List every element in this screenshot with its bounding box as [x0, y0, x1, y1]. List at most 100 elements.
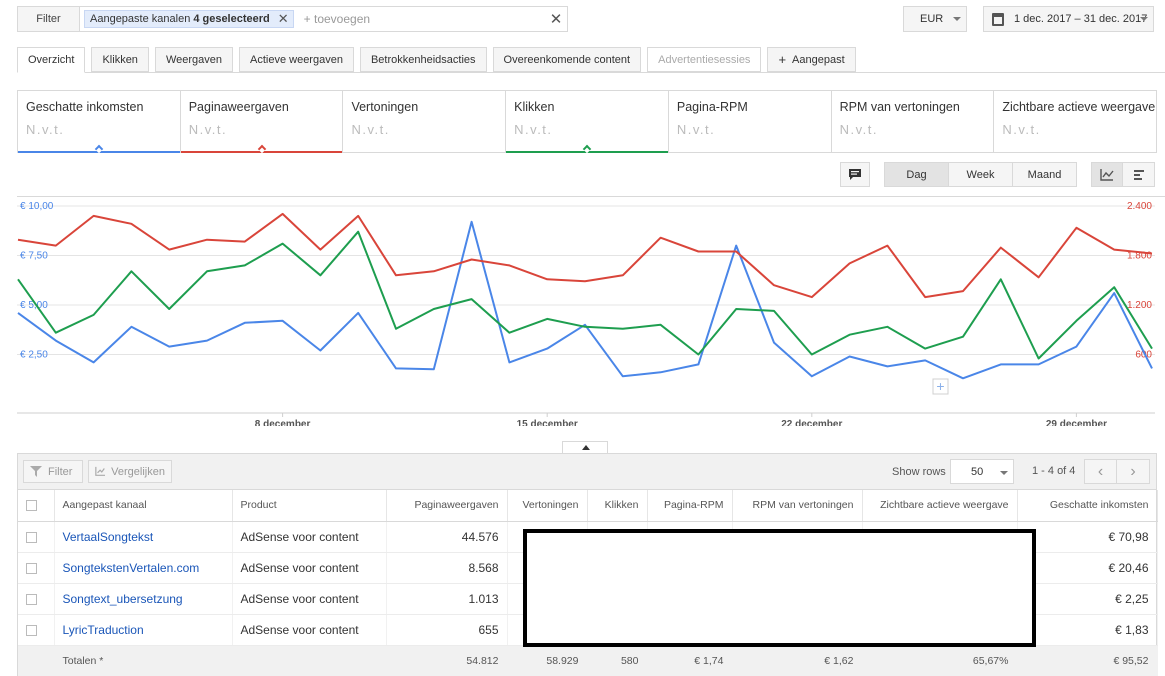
total-impressions: 58.929: [507, 645, 588, 676]
tab-klikken[interactable]: Klikken: [91, 47, 149, 72]
table-header-row: Aangepast kanaal Product Paginaweergaven…: [18, 490, 1158, 522]
product-cell: AdSense voor content: [232, 521, 387, 553]
table-filter-label: Filter: [48, 465, 73, 478]
granularity-month-button[interactable]: Maand: [1013, 163, 1076, 186]
metric-scorecards: Geschatte inkomsten N.v.t. Paginaweergav…: [17, 90, 1157, 154]
chevron-down-icon: [953, 17, 961, 21]
row-checkbox[interactable]: [26, 562, 37, 574]
metric-name: Paginaweergaven: [188, 100, 289, 114]
channel-link[interactable]: LyricTraduction: [63, 623, 144, 637]
left-axis-tick-label: € 7,50: [20, 251, 48, 262]
tab-actieve-weergaven[interactable]: Actieve weergaven: [239, 47, 354, 72]
tab-aangepast[interactable]: + Aangepast: [767, 47, 856, 72]
tab-weergaven[interactable]: Weergaven: [154, 47, 233, 72]
tab-aangepast-label: Aangepast: [792, 53, 845, 66]
metric-geschatte-inkomsten[interactable]: Geschatte inkomsten N.v.t.: [18, 91, 181, 154]
series-line-klikken: [17, 230, 1153, 360]
metric-klikken[interactable]: Klikken N.v.t.: [506, 91, 669, 154]
x-tick-label: 15 december: [517, 419, 578, 426]
total-impression-rpm: € 1,62: [732, 645, 863, 676]
chevron-left-icon: ‹: [1097, 462, 1104, 480]
col-aangepast-kanaal[interactable]: Aangepast kanaal: [54, 490, 233, 522]
chevron-down-icon: [1000, 471, 1008, 475]
pageviews-cell: 1.013: [386, 583, 508, 615]
pageviews-cell: 8.568: [386, 552, 508, 584]
col-pagina-rpm[interactable]: Pagina-RPM: [647, 490, 733, 522]
chevron-down-icon: [1140, 17, 1148, 21]
currency-select[interactable]: EUR: [903, 6, 967, 32]
metric-pagina-rpm[interactable]: Pagina-RPM N.v.t.: [669, 91, 832, 152]
metric-value: N.v.t.: [1002, 122, 1041, 137]
filter-chip[interactable]: Aangepaste kanalen 4 geselecteerd ✕: [84, 10, 294, 28]
pageviews-cell: 44.576: [386, 521, 508, 553]
total-clicks: 580: [587, 645, 648, 676]
x-tick-label: 29 december: [1046, 419, 1107, 426]
col-klikken[interactable]: Klikken: [587, 490, 648, 522]
calendar-icon: [992, 12, 1004, 26]
col-product[interactable]: Product: [232, 490, 387, 522]
total-page-rpm: € 1,74: [647, 645, 733, 676]
metric-name: Vertoningen: [351, 100, 419, 114]
filter-bar: Filter Aangepaste kanalen 4 geselecteerd…: [17, 6, 568, 32]
metric-name: Klikken: [514, 100, 555, 114]
revenue-cell: € 20,46: [1017, 552, 1158, 584]
channel-link[interactable]: Songtext_ubersetzung: [63, 592, 183, 606]
date-range-picker[interactable]: 1 dec. 2017 – 31 dec. 2017: [983, 6, 1154, 32]
total-revenue: € 95,52: [1017, 645, 1158, 676]
col-rpm-van-vertoningen[interactable]: RPM van vertoningen: [732, 490, 863, 522]
metric-value: N.v.t.: [514, 122, 553, 137]
performance-line-chart: € 10,00€ 7,50€ 5,00€ 2,502.4001.8001.200…: [17, 201, 1155, 426]
metric-name: RPM van vertoningen: [839, 100, 960, 114]
metric-zichtbare-actieve-weergave[interactable]: Zichtbare actieve weergave N.v.t.: [994, 91, 1156, 152]
right-axis-tick-label: 1.200: [1127, 300, 1152, 311]
product-cell: AdSense voor content: [232, 614, 387, 646]
plus-icon: +: [778, 52, 787, 67]
granularity-selector: Dag Week Maand: [884, 162, 1077, 187]
tab-overzicht[interactable]: Overzicht: [17, 47, 86, 73]
col-geschatte-inkomsten[interactable]: Geschatte inkomsten: [1017, 490, 1158, 522]
metric-vertoningen[interactable]: Vertoningen N.v.t.: [343, 91, 507, 152]
tab-advertentiesessies: Advertentiesessies: [647, 47, 762, 72]
revenue-cell: € 2,25: [1017, 583, 1158, 615]
table-toolbar: Filter Vergelijken Show rows 50 1 - 4 of…: [18, 454, 1156, 490]
select-all-checkbox[interactable]: [26, 499, 37, 511]
line-chart-icon: [1100, 168, 1114, 181]
channel-link[interactable]: VertaalSongtekst: [63, 530, 154, 544]
row-checkbox[interactable]: [26, 531, 37, 543]
tab-betrokkenheidsacties[interactable]: Betrokkenheidsacties: [359, 47, 487, 72]
add-filter-input[interactable]: + toevoegen: [304, 12, 545, 26]
revenue-cell: € 1,83: [1017, 614, 1158, 646]
line-chart-button[interactable]: [1092, 163, 1123, 186]
metric-rpm-van-vertoningen[interactable]: RPM van vertoningen N.v.t.: [832, 91, 995, 152]
clear-filter-icon[interactable]: ✕: [545, 10, 567, 28]
col-vertoningen[interactable]: Vertoningen: [507, 490, 588, 522]
filter-chip-label: Aangepaste kanalen: [90, 13, 191, 25]
next-page-button[interactable]: ›: [1117, 460, 1149, 483]
filter-button[interactable]: Filter: [18, 7, 80, 31]
prev-page-button[interactable]: ‹: [1085, 460, 1117, 483]
granularity-day-button[interactable]: Dag: [885, 163, 949, 186]
collapse-chart-toggle[interactable]: [562, 441, 608, 453]
revenue-cell: € 70,98: [1017, 521, 1158, 553]
show-rows-label: Show rows: [892, 466, 946, 478]
channel-link[interactable]: SongtekstenVertalen.com: [63, 561, 200, 575]
metric-paginaweergaven[interactable]: Paginaweergaven N.v.t.: [180, 91, 344, 154]
metric-name: Geschatte inkomsten: [26, 100, 144, 114]
annotation-button[interactable]: [840, 162, 870, 187]
select-all-cell: [18, 490, 55, 522]
col-paginaweergaven[interactable]: Paginaweergaven: [386, 490, 508, 522]
metric-value: N.v.t.: [188, 122, 228, 137]
row-checkbox[interactable]: [26, 624, 37, 636]
chip-close-icon[interactable]: ✕: [278, 11, 289, 27]
left-axis-tick-label: € 2,50: [20, 350, 48, 361]
row-checkbox[interactable]: [26, 593, 37, 605]
bar-chart-icon: [1133, 169, 1144, 180]
comment-icon: [849, 169, 861, 180]
granularity-week-button[interactable]: Week: [949, 163, 1013, 186]
pagination-info: 1 - 4 of 4: [1032, 465, 1076, 477]
chart-type-selector: [1091, 162, 1155, 187]
col-zichtbare-actieve-weergave[interactable]: Zichtbare actieve weergave: [862, 490, 1018, 522]
bar-chart-button[interactable]: [1123, 163, 1154, 186]
rows-per-page-select[interactable]: 50: [950, 459, 1014, 484]
tab-overeenkomende-content[interactable]: Overeenkomende content: [492, 47, 642, 72]
